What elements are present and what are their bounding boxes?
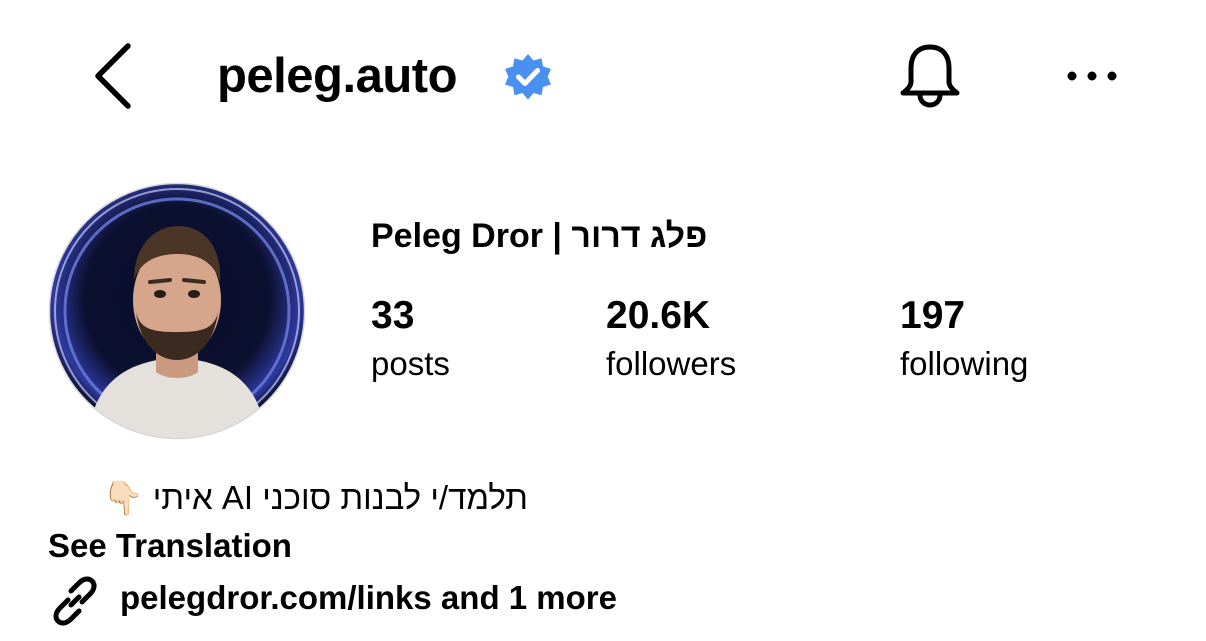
following-count: 197	[900, 294, 966, 337]
see-translation-link[interactable]: See Translation	[48, 524, 292, 568]
followers-count: 20.6K	[606, 294, 711, 337]
profile-photo	[48, 182, 306, 440]
more-options-button[interactable]	[1060, 56, 1124, 96]
link-icon	[53, 576, 97, 626]
followers-label: followers	[606, 345, 737, 382]
following-stat[interactable]: 197 following	[900, 292, 1028, 385]
profile-avatar[interactable]	[48, 182, 306, 440]
posts-stat[interactable]: 33 posts	[371, 292, 450, 385]
link-text: pelegdror.com/links and 1 more	[120, 579, 617, 616]
profile-display-name: Peleg Dror | פלג דרור	[371, 217, 708, 255]
profile-link[interactable]: pelegdror.com/links and 1 more	[48, 572, 748, 626]
notifications-button[interactable]	[893, 38, 967, 112]
profile-header: peleg.auto	[0, 0, 1206, 150]
bell-icon	[900, 44, 960, 108]
profile-bio: תלמד/י לבנות סוכני AI איתי 👇🏻	[102, 479, 528, 516]
posts-label: posts	[371, 345, 450, 382]
verified-badge-icon	[502, 52, 554, 104]
profile-username: peleg.auto	[217, 49, 458, 103]
more-horizontal-icon	[1067, 71, 1117, 81]
back-button[interactable]	[84, 38, 144, 114]
followers-stat[interactable]: 20.6K followers	[606, 292, 736, 385]
chevron-left-icon	[95, 43, 131, 109]
posts-count: 33	[371, 294, 415, 337]
following-label: following	[900, 345, 1029, 382]
